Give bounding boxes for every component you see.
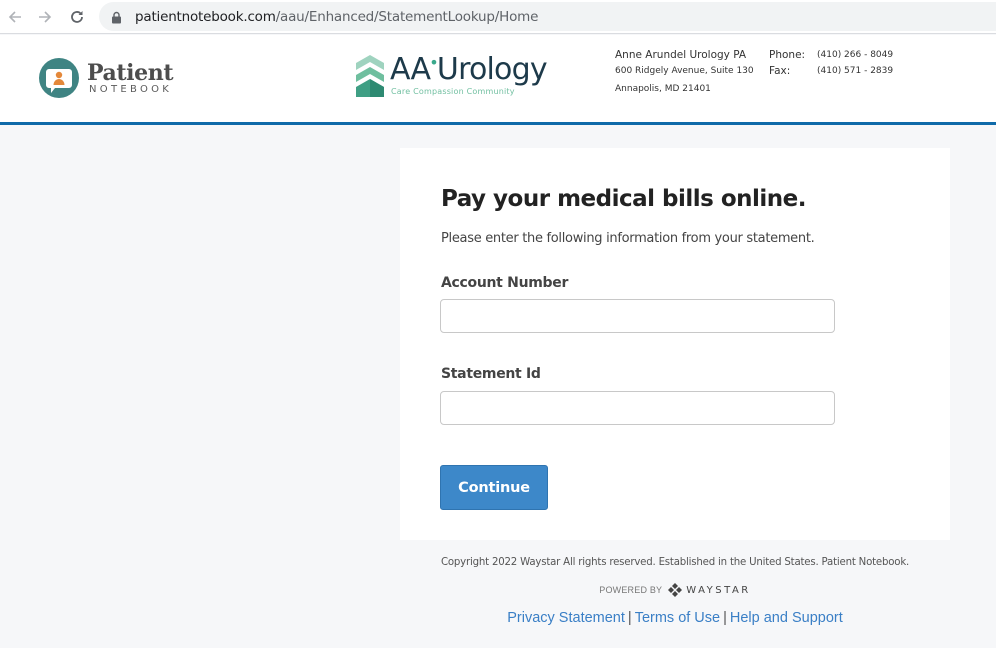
link-separator: | — [627, 610, 632, 626]
lock-icon — [111, 10, 123, 24]
aa-urology-title: AA•Urology — [390, 52, 548, 87]
phone-label: Phone: — [769, 49, 806, 61]
waystar-logo-icon — [668, 583, 683, 597]
fax-label: Fax: — [769, 65, 791, 77]
statement-lookup-card: Pay your medical bills online. Please en… — [400, 148, 950, 540]
statement-id-label: Statement Id — [441, 366, 541, 382]
back-arrow-icon — [8, 11, 21, 23]
forward-button[interactable] — [33, 5, 57, 29]
page-title: Pay your medical bills online. — [441, 186, 807, 212]
account-number-label: Account Number — [441, 275, 569, 291]
address-bar[interactable]: patientnotebook.com/aau/Enhanced/Stateme… — [99, 2, 996, 31]
practice-address-line2: Annapolis, MD 21401 — [615, 84, 711, 94]
fax-number: (410) 571 - 2839 — [817, 66, 894, 76]
forward-arrow-icon — [39, 11, 52, 23]
reload-button[interactable] — [65, 5, 89, 29]
phone-number: (410) 266 - 8049 — [817, 50, 894, 60]
account-number-input[interactable] — [440, 299, 835, 333]
powered-by-waystar: POWERED BY WAYSTAR — [400, 583, 950, 597]
browser-toolbar: patientnotebook.com/aau/Enhanced/Stateme… — [0, 0, 996, 34]
powered-by-label: POWERED BY — [599, 585, 663, 595]
reload-icon — [71, 11, 83, 23]
site-header: Patient NOTEBOOK AA•Urology Care Compass… — [0, 35, 996, 125]
url-path: /aau/Enhanced/StatementLookup/Home — [275, 8, 539, 25]
privacy-statement-link[interactable]: Privacy Statement — [507, 610, 625, 626]
url-text: patientnotebook.com/aau/Enhanced/Stateme… — [135, 9, 538, 25]
practice-address-line1: 600 Ridgely Avenue, Suite 130 — [615, 66, 754, 76]
back-button[interactable] — [3, 5, 27, 29]
url-host: patientnotebook.com — [135, 8, 276, 25]
help-and-support-link[interactable]: Help and Support — [730, 610, 843, 626]
waystar-brand: WAYSTAR — [686, 584, 751, 596]
aa-urology-tagline: Care Compassion Community — [391, 87, 515, 96]
link-separator: | — [723, 610, 727, 626]
continue-button[interactable]: Continue — [440, 465, 548, 510]
aa-urology-chevron-icon — [356, 55, 384, 97]
statement-id-input[interactable] — [440, 391, 835, 425]
patient-notebook-subtitle: NOTEBOOK — [89, 84, 173, 95]
practice-name: Anne Arundel Urology PA — [615, 49, 747, 61]
aa-urology-logo[interactable]: AA•Urology Care Compassion Community — [356, 52, 548, 97]
patient-notebook-logo-icon — [39, 58, 79, 98]
footer-links: Privacy Statement | Terms of Use | Help and … — [400, 610, 950, 626]
patient-notebook-logo[interactable]: Patient NOTEBOOK — [38, 57, 173, 100]
page-subtitle: Please enter the following information f… — [441, 231, 815, 246]
patient-notebook-title: Patient — [87, 60, 174, 86]
terms-of-use-link[interactable]: Terms of Use — [635, 610, 720, 626]
copyright-text: Copyright 2022 Waystar All rights reserv… — [440, 557, 910, 568]
